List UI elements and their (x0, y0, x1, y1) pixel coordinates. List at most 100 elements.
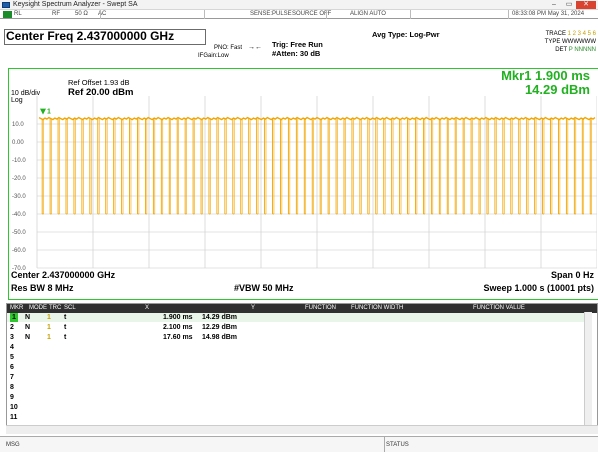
y-tick-label: -40.0 (12, 212, 26, 218)
col-mkr: MKR (10, 305, 24, 311)
table-row[interactable]: 8 (7, 383, 587, 392)
y-tick-label: -50.0 (12, 230, 26, 236)
table-row[interactable]: 10 (7, 403, 587, 412)
cell-mkr: 11 (10, 414, 18, 421)
cell-trc: 1 (47, 314, 51, 321)
divider (384, 436, 385, 452)
divider (100, 10, 101, 19)
table-row[interactable]: 7 (7, 373, 587, 382)
cell-y: 14.98 dBm (202, 334, 238, 341)
pno-label: PNO: Fast (214, 45, 243, 51)
align-label: ALIGN AUTO (350, 11, 386, 17)
atten-label: #Atten: 30 dB (272, 49, 321, 58)
trace-label: TRACE (545, 31, 566, 37)
divider (410, 10, 411, 19)
marker-table-header: MKR MODE TRC SCL X Y FUNCTION FUNCTION W… (7, 304, 597, 313)
col-function-width: FUNCTION WIDTH (351, 305, 404, 311)
maximize-button[interactable]: ▭ (561, 1, 577, 9)
cell-x: 17.60 ms (163, 334, 193, 341)
rf-label: RF (52, 11, 60, 17)
trace-numbers: 1 2 3 4 5 6 (567, 31, 596, 37)
msg-label: MSG (6, 442, 20, 448)
col-mode: MODE (29, 305, 47, 311)
cell-y: 12.29 dBm (202, 324, 238, 331)
message-bar: MSG STATUS (0, 436, 598, 452)
table-row[interactable]: 4 (7, 343, 587, 352)
marker-table[interactable]: MKR MODE TRC SCL X Y FUNCTION FUNCTION W… (6, 303, 598, 427)
cell-scl: t (64, 334, 67, 341)
divider (204, 10, 205, 19)
status-label: STATUS (386, 442, 409, 448)
center-label: Center 2.437000000 GHz (11, 270, 116, 280)
avg-type-label: Avg Type: Log-Pwr (372, 30, 440, 39)
marker-1-label: 1 (47, 109, 51, 116)
cell-mkr: 1 (10, 313, 18, 322)
table-row[interactable]: 9 (7, 393, 587, 402)
divider (508, 10, 509, 19)
divider (326, 10, 327, 19)
table-row[interactable]: 11 (7, 413, 587, 422)
marker-table-horizontal-scrollbar[interactable] (6, 425, 598, 434)
table-row[interactable]: 5 (7, 353, 587, 362)
table-row[interactable]: 3 N 1 t 17.60 ms 14.98 dBm (7, 333, 587, 342)
cell-y: 14.29 dBm (202, 314, 238, 321)
col-trc: TRC (49, 305, 62, 311)
app-icon (2, 2, 10, 8)
trigger-label: Trig: Free Run (272, 40, 323, 49)
cell-mkr: 8 (10, 384, 14, 391)
cell-mkr: 4 (10, 344, 14, 351)
window-title: Keysight Spectrum Analyzer - Swept SA (13, 1, 138, 8)
y-tick-label: 10.0 (12, 122, 24, 128)
marker-1-icon[interactable] (40, 108, 46, 115)
center-freq-title: Center Freq 2.437000000 GHz (6, 29, 175, 43)
sweep-label: Sweep 1.000 s (10001 pts) (483, 283, 594, 293)
trig-arrow-icon: →← (248, 44, 262, 51)
table-row[interactable]: 2 N 1 t 2.100 ms 12.29 dBm (7, 323, 587, 332)
spectrum-trace-chart[interactable]: 10.00.00-10.0-20.0-30.0-40.0-50.0-60.0-7… (9, 70, 597, 282)
cell-trc: 1 (47, 334, 51, 341)
rl-indicator-icon (3, 11, 12, 18)
cell-mode: N (25, 314, 31, 321)
table-row[interactable]: 1 N 1 t 1.900 ms 14.29 dBm (7, 313, 587, 322)
type-label: TYPE (544, 39, 561, 45)
cell-x: 2.100 ms (163, 324, 193, 331)
table-row[interactable]: 6 (7, 363, 587, 372)
datetime-label: 08:33:08 PM May 31, 2024 (512, 11, 585, 17)
rl-label: RL (14, 11, 22, 17)
close-button[interactable]: ✕ (576, 1, 596, 9)
marker-table-vertical-scrollbar[interactable] (584, 312, 592, 425)
type-values: WWWWWW (562, 39, 596, 45)
impedance-label: 50 Ω (75, 11, 88, 17)
cell-scl: t (64, 324, 67, 331)
res-bw-label: Res BW 8 MHz (11, 283, 74, 293)
col-x: X (145, 305, 150, 311)
vbw-label: #VBW 50 MHz (234, 283, 294, 293)
sense-label: SENSE:PULSE (250, 11, 292, 17)
cell-mode: N (25, 324, 31, 331)
cell-mkr: 10 (10, 404, 18, 411)
y-tick-label: 0.00 (12, 140, 24, 146)
y-tick-label: -30.0 (12, 194, 26, 200)
col-y: Y (251, 305, 256, 311)
col-scl: SCL (64, 305, 76, 311)
minimize-button[interactable]: – (546, 1, 562, 9)
trace-info-box: TRACE 1 2 3 4 5 6 TYPE WWWWWW DET P NNNN… (520, 30, 596, 62)
col-function: FUNCTION (305, 305, 336, 311)
cell-x: 1.900 ms (163, 314, 193, 321)
instrument-status-row: RL RF 50 Ω AC SENSE:PULSE SOURCE OFF ALI… (0, 10, 598, 19)
span-label: Span 0 Hz (550, 270, 594, 280)
ifgain-label: IFGain:Low (198, 53, 229, 59)
cell-mkr: 7 (10, 374, 14, 381)
col-function-value: FUNCTION VALUE (473, 305, 525, 311)
cell-mkr: 9 (10, 394, 14, 401)
cell-mkr: 2 (10, 324, 14, 331)
cell-mode: N (25, 334, 31, 341)
y-tick-label: -60.0 (12, 248, 26, 254)
cell-scl: t (64, 314, 67, 321)
cell-trc: 1 (47, 324, 51, 331)
graticule (36, 96, 597, 269)
y-tick-label: -10.0 (12, 158, 26, 164)
det-label: DET (555, 47, 568, 53)
cell-mkr: 6 (10, 364, 14, 371)
marker-flags: 1 (40, 108, 51, 116)
